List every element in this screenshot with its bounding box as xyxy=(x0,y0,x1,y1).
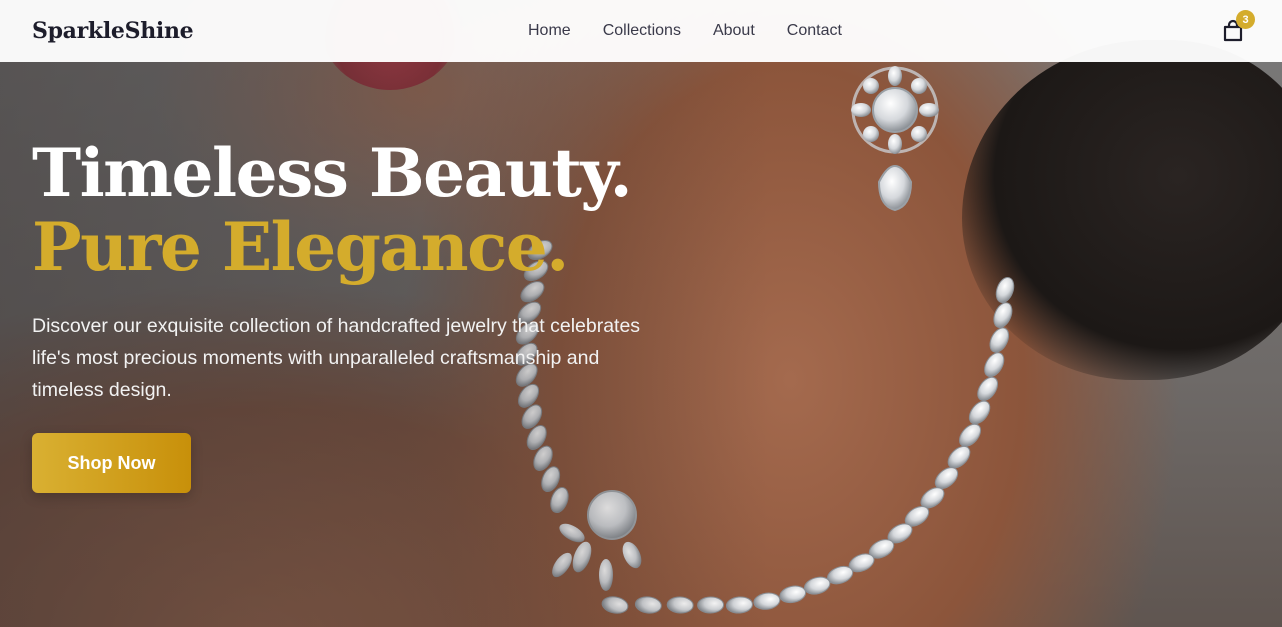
shop-now-button[interactable]: Shop Now xyxy=(32,433,191,493)
cart-count-badge: 3 xyxy=(1236,10,1255,29)
site-header: SparkleShine Home Collections About Cont… xyxy=(0,0,1282,62)
nav-link-home[interactable]: Home xyxy=(528,22,571,40)
brand-logo[interactable]: SparkleShine xyxy=(32,18,194,44)
nav-link-contact[interactable]: Contact xyxy=(787,22,842,40)
hero-headline-primary: Timeless Beauty. xyxy=(32,134,633,212)
main-nav: Home Collections About Contact xyxy=(528,0,842,62)
hero-description: Discover our exquisite collection of han… xyxy=(32,315,641,401)
hero-headline-accent: Pure Elegance. xyxy=(32,208,569,286)
landing-page: SparkleShine Home Collections About Cont… xyxy=(0,0,1282,627)
nav-link-collections[interactable]: Collections xyxy=(603,22,681,40)
hero-content: Timeless Beauty. Pure Elegance. Discover… xyxy=(32,136,672,406)
nav-link-about[interactable]: About xyxy=(713,22,755,40)
